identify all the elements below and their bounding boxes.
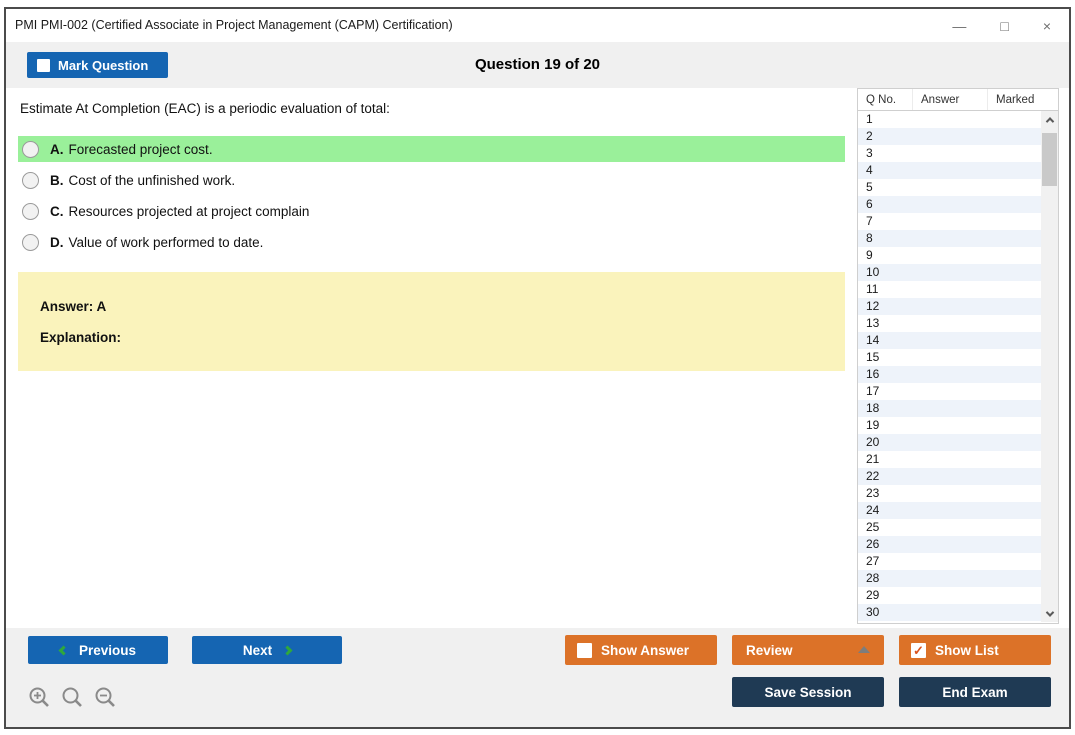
next-button[interactable]: Next: [192, 636, 342, 664]
chevron-left-icon: [58, 645, 69, 655]
question-list-rows: 1 2 3 4 5 6 7 8 9 10 11 12 13 14 15 16 17 18 19 20 21 22 23 24 2…: [858, 111, 1058, 622]
close-icon[interactable]: ×: [1043, 19, 1051, 33]
question-list-header: Q No. Answer Marked: [858, 89, 1058, 111]
window-title: PMI PMI-002 (Certified Associate in Proj…: [15, 18, 453, 32]
review-button[interactable]: Review: [732, 635, 884, 665]
scroll-up-icon[interactable]: [1041, 111, 1058, 128]
option-text: Value of work performed to date.: [68, 234, 264, 250]
show-answer-label: Show Answer: [601, 642, 690, 658]
zoom-out-icon[interactable]: [94, 686, 118, 710]
mark-question-label: Mark Question: [58, 57, 149, 73]
check-icon: ✓: [913, 642, 924, 658]
column-header-qno: Q No.: [858, 89, 913, 110]
show-list-button[interactable]: ✓ Show List: [899, 635, 1051, 665]
show-list-label: Show List: [935, 642, 999, 658]
radio-icon[interactable]: [22, 171, 39, 189]
answer-label: Answer: A: [40, 299, 107, 314]
option-letter: B.: [50, 172, 64, 188]
question-list-row[interactable]: 16: [858, 366, 1058, 383]
minimize-icon[interactable]: —: [952, 19, 966, 33]
option-text: Forecasted project cost.: [68, 141, 213, 157]
question-list-row[interactable]: 7: [858, 213, 1058, 230]
triangle-up-icon: [858, 646, 870, 653]
column-header-marked: Marked: [996, 94, 1035, 106]
question-list-row[interactable]: 29: [858, 587, 1058, 604]
question-list-row[interactable]: 15: [858, 349, 1058, 366]
radio-icon[interactable]: [22, 202, 39, 220]
previous-button[interactable]: Previous: [28, 636, 168, 664]
zoom-reset-icon[interactable]: [61, 686, 85, 710]
question-list-row[interactable]: 22: [858, 468, 1058, 485]
previous-label: Previous: [78, 642, 137, 658]
option-letter: C.: [50, 203, 64, 219]
scrollbar-thumb[interactable]: [1042, 133, 1057, 186]
question-list-row[interactable]: 19: [858, 417, 1058, 434]
scroll-down-icon[interactable]: [1041, 605, 1058, 622]
question-list-panel: Q No. Answer Marked 1 2 3 4 5 6 7 8 9 10 11 12 13 14 1…: [857, 88, 1059, 624]
window-controls: — □ ×: [952, 9, 1051, 42]
show-answer-checkbox[interactable]: [577, 642, 592, 658]
question-list-row[interactable]: 27: [858, 553, 1058, 570]
options-list: A. Forecasted project cost. B. Cost of t…: [18, 136, 845, 260]
show-list-checkbox[interactable]: ✓: [911, 642, 926, 658]
question-list-row[interactable]: 18: [858, 400, 1058, 417]
option-letter: A.: [50, 141, 64, 157]
exam-window: PMI PMI-002 (Certified Associate in Proj…: [4, 7, 1071, 729]
question-list-row[interactable]: 13: [858, 315, 1058, 332]
question-list-row[interactable]: 14: [858, 332, 1058, 349]
mark-question-button[interactable]: Mark Question: [27, 52, 168, 78]
scrollbar[interactable]: [1041, 111, 1058, 622]
question-list-row[interactable]: 21: [858, 451, 1058, 468]
option-text: Resources projected at project complain: [68, 203, 310, 219]
question-list-row[interactable]: 4: [858, 162, 1058, 179]
save-session-label: Save Session: [764, 684, 852, 700]
option-row-a[interactable]: A. Forecasted project cost.: [18, 136, 845, 162]
question-list-row[interactable]: 1: [858, 111, 1058, 128]
question-list-row[interactable]: 24: [858, 502, 1058, 519]
question-list-row[interactable]: 26: [858, 536, 1058, 553]
save-session-button[interactable]: Save Session: [732, 677, 884, 707]
question-list-row[interactable]: 25: [858, 519, 1058, 536]
question-list-row[interactable]: 5: [858, 179, 1058, 196]
maximize-icon[interactable]: □: [1000, 19, 1008, 33]
bottom-toolbar: Previous Next Show Answer Review ✓ Show …: [6, 628, 1069, 727]
chevron-right-icon: [282, 645, 293, 655]
question-list-row[interactable]: 20: [858, 434, 1058, 451]
explanation-label: Explanation:: [40, 330, 122, 345]
question-list-row[interactable]: 3: [858, 145, 1058, 162]
question-list-row[interactable]: 2: [858, 128, 1058, 145]
question-list-row[interactable]: 23: [858, 485, 1058, 502]
option-row-d[interactable]: D. Value of work performed to date.: [18, 229, 845, 255]
show-answer-button[interactable]: Show Answer: [565, 635, 717, 665]
option-text: Cost of the unfinished work.: [68, 172, 236, 188]
radio-icon[interactable]: [22, 140, 39, 158]
title-bar: PMI PMI-002 (Certified Associate in Proj…: [6, 9, 1069, 42]
review-label: Review: [746, 642, 793, 658]
question-list-row[interactable]: 9: [858, 247, 1058, 264]
answer-box: Answer: A Explanation:: [18, 272, 845, 371]
next-label: Next: [242, 642, 273, 658]
question-list-row[interactable]: 30: [858, 604, 1058, 621]
radio-icon[interactable]: [22, 233, 39, 251]
zoom-in-icon[interactable]: [28, 686, 52, 710]
question-text: Estimate At Completion (EAC) is a period…: [20, 101, 390, 116]
question-list-row[interactable]: 17: [858, 383, 1058, 400]
question-list-row[interactable]: 11: [858, 281, 1058, 298]
question-list-row[interactable]: 8: [858, 230, 1058, 247]
end-exam-label: End Exam: [942, 684, 1008, 700]
question-list-row[interactable]: 12: [858, 298, 1058, 315]
column-header-answer: Answer: [913, 89, 988, 110]
option-row-b[interactable]: B. Cost of the unfinished work.: [18, 167, 845, 193]
zoom-toolbar: [28, 686, 118, 710]
end-exam-button[interactable]: End Exam: [899, 677, 1051, 707]
question-list-row[interactable]: 6: [858, 196, 1058, 213]
mark-question-checkbox[interactable]: [37, 58, 50, 72]
question-list-row[interactable]: 28: [858, 570, 1058, 587]
option-letter: D.: [50, 234, 64, 250]
option-row-c[interactable]: C. Resources projected at project compla…: [18, 198, 845, 224]
question-list-row[interactable]: 10: [858, 264, 1058, 281]
